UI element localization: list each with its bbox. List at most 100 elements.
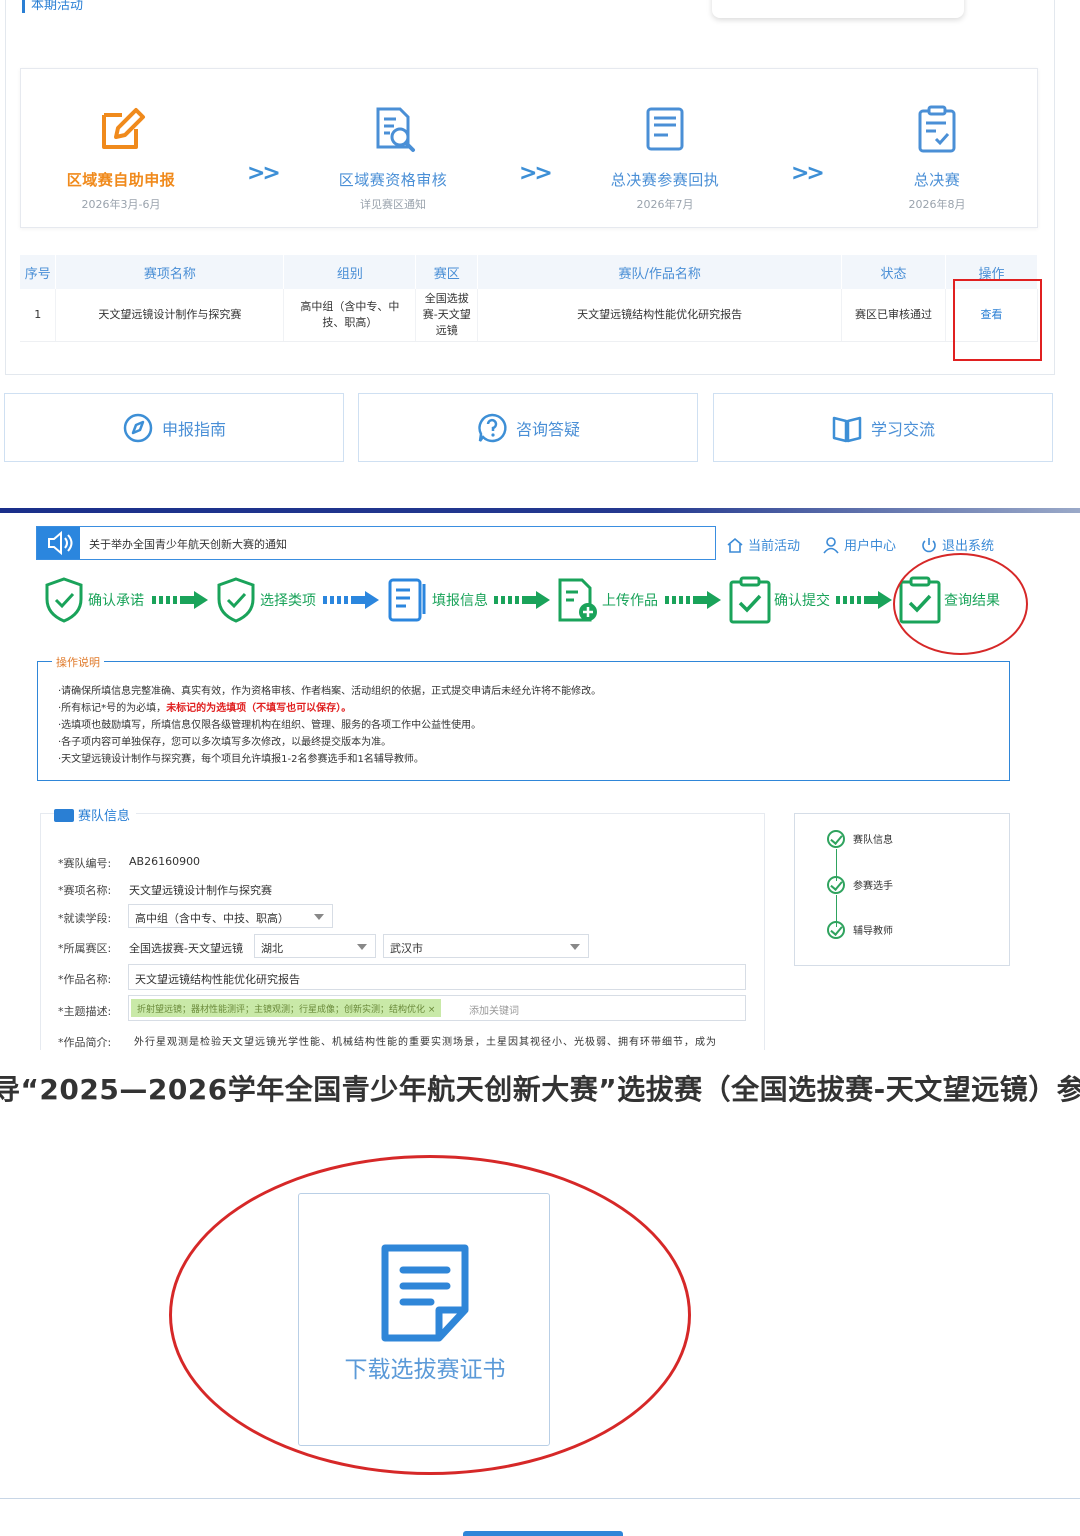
arrow-right-icon — [494, 591, 550, 609]
highlight-box — [953, 279, 1042, 361]
flow-step-confirm-submit[interactable]: 确认提交 — [728, 575, 830, 625]
form-icon — [646, 107, 684, 151]
highlight-circle — [169, 1155, 691, 1475]
home-icon — [727, 537, 743, 553]
power-icon — [922, 538, 936, 553]
team-no-label: *赛队编号: — [58, 857, 112, 870]
step-regional-apply[interactable]: 区域赛自助申报 2026年3月-6月 — [36, 105, 206, 212]
cell-work: 天文望远镜结构性能优化研究报告 — [477, 289, 843, 342]
cell-zone: 全国选拔赛-天文望远镜 — [415, 289, 479, 342]
guide-label: 申报指南 — [161, 419, 226, 439]
instructions-text: ·请确保所填信息完整准确、真实有效，作为资格审核、作者档案、活动组织的依据，正式… — [58, 686, 602, 765]
event-value: 天文望远镜设计制作与探究赛 — [129, 884, 272, 897]
arrow-right-icon — [836, 591, 892, 609]
top-pill — [712, 0, 964, 18]
work-label: *作品名称: — [58, 973, 112, 986]
arrow-right-icon — [665, 591, 721, 609]
document-search-icon — [376, 107, 415, 152]
step-title: 区域赛资格审核 — [338, 171, 448, 189]
flow-step-select-category[interactable]: 选择类项 — [214, 575, 316, 625]
work-name-input[interactable]: 天文望远镜结构性能优化研究报告 — [128, 964, 746, 990]
col-header: 序号 — [20, 255, 57, 289]
flow-step-confirm-promise[interactable]: 确认承诺 — [42, 575, 144, 625]
notice-text: 关于举办全国青少年航天创新大赛的通知 — [89, 538, 287, 551]
question-icon — [478, 413, 507, 442]
progress-steps: 区域赛自助申报 2026年3月-6月 >> 区域赛资格审核 详见赛区通知 >> … — [20, 68, 1038, 228]
section-title: 本期活动 — [22, 0, 83, 13]
step-title: 总决赛参赛回执 — [610, 171, 720, 189]
shield-check-icon — [217, 577, 255, 623]
book-icon — [832, 416, 862, 442]
step-date: 2026年7月 — [636, 198, 694, 211]
chevron-right-icon: >> — [791, 161, 825, 186]
study-label: 学习交流 — [870, 419, 935, 439]
zone-label: *所属赛区: — [58, 942, 112, 955]
col-header: 赛区 — [415, 255, 479, 289]
step-title: 总决赛 — [913, 171, 961, 189]
check-circle-icon — [827, 921, 845, 939]
zone-value: 全国选拔赛-天文望远镜 — [129, 942, 243, 955]
study-button[interactable]: 学习交流 — [713, 393, 1053, 462]
side-item-team-info[interactable]: 赛队信息 — [827, 830, 893, 848]
bottom-tab-indicator — [463, 1531, 623, 1536]
nav-logout[interactable]: 退出系统 — [920, 535, 994, 554]
id-card-icon — [54, 809, 74, 822]
step-title: 区域赛自助申报 — [66, 171, 176, 189]
team-no-value: AB26160900 — [129, 855, 201, 868]
intro-text[interactable]: 外行星观测是检验天文望远镜光学性能、机械结构性能的重要实测场景，土星因其视径小、… — [134, 1033, 746, 1048]
guide-button[interactable]: 申报指南 — [4, 393, 344, 462]
notice-bar[interactable]: 关于举办全国青少年航天创新大赛的通知 — [36, 526, 716, 560]
side-item-players[interactable]: 参赛选手 — [827, 876, 893, 894]
nav-user-center[interactable]: 用户中心 — [822, 535, 896, 554]
step-final[interactable]: 总决赛 2026年8月 — [852, 105, 1022, 212]
chevron-right-icon: >> — [247, 161, 281, 186]
flow-step-fill-info[interactable]: 填报信息 — [386, 575, 488, 625]
col-header: 状态 — [841, 255, 946, 289]
instructions-title: 操作说明 — [52, 654, 104, 670]
stage-label: *就读学段: — [58, 912, 112, 925]
chevron-down-icon — [357, 944, 367, 950]
team-info-heading: 赛队信息 — [54, 805, 137, 824]
keyword-placeholder[interactable]: 添加关键词 — [469, 1002, 519, 1017]
step-date: 2026年3月-6月 — [81, 198, 161, 211]
certificate-headline: 导“2025—2026学年全国青少年航天创新大赛”选拔赛（全国选拔赛-天文望远镜… — [0, 1073, 1080, 1106]
upload-file-icon — [558, 578, 597, 622]
chevron-right-icon: >> — [519, 161, 553, 186]
user-icon — [823, 537, 839, 554]
table-row: 1 天文望远镜设计制作与探究赛 高中组（含中专、中技、职高） 全国选拔赛-天文望… — [20, 289, 1038, 342]
application-table: 序号 赛项名称 组别 赛区 赛队/作品名称 状态 操作 1 天文望远镜设计制作与… — [20, 255, 1038, 342]
province-select[interactable]: 湖北 — [254, 934, 376, 958]
col-header: 赛队/作品名称 — [477, 255, 843, 289]
nav-current-activity[interactable]: 当前活动 — [726, 535, 800, 554]
clipboard-check-icon — [729, 576, 771, 624]
cell-event: 天文望远镜设计制作与探究赛 — [55, 289, 285, 342]
keyword-tag[interactable]: 折射望远镜；器材性能测评；主镜观测；行星成像；创新实测；结构优化 × — [131, 999, 442, 1017]
flow-step-upload-work[interactable]: 上传作品 — [556, 575, 658, 625]
arrow-right-icon — [323, 591, 379, 609]
check-circle-icon — [827, 830, 845, 848]
form-edit-icon — [388, 578, 426, 622]
highlight-circle — [893, 553, 1028, 655]
cell-status: 赛区已审核通过 — [841, 289, 946, 342]
event-label: *赛项名称: — [58, 884, 112, 897]
city-select[interactable]: 武汉市 — [383, 934, 589, 958]
stage-select[interactable]: 高中组（含中专、中技、职高） — [128, 904, 333, 928]
edit-icon — [102, 108, 145, 149]
theme-label: *主题描述: — [58, 1005, 112, 1018]
qa-label: 咨询答疑 — [515, 419, 580, 439]
intro-label: *作品简介: — [58, 1036, 112, 1049]
chevron-down-icon — [570, 944, 580, 950]
step-final-receipt[interactable]: 总决赛参赛回执 2026年7月 — [580, 105, 750, 212]
activity-section: 本期活动 区域赛自助申报 2026年3月-6月 >> 区域赛资格审核 详见赛区通… — [0, 0, 1080, 500]
application-form-section: 关于举办全国青少年航天创新大赛的通知 当前活动 用户中心 退出系统 确认承诺 选… — [0, 513, 1080, 1050]
col-header: 赛项名称 — [55, 255, 285, 289]
cell-index: 1 — [20, 289, 57, 342]
speaker-icon — [37, 527, 80, 559]
compass-icon — [123, 413, 153, 442]
step-date: 详见赛区通知 — [360, 198, 426, 211]
step-qualification-review[interactable]: 区域赛资格审核 详见赛区通知 — [308, 105, 478, 212]
side-item-teacher[interactable]: 辅导教师 — [827, 921, 893, 939]
cell-group: 高中组（含中专、中技、职高） — [283, 289, 417, 342]
qa-button[interactable]: 咨询答疑 — [358, 393, 698, 462]
shield-check-icon — [45, 577, 83, 623]
